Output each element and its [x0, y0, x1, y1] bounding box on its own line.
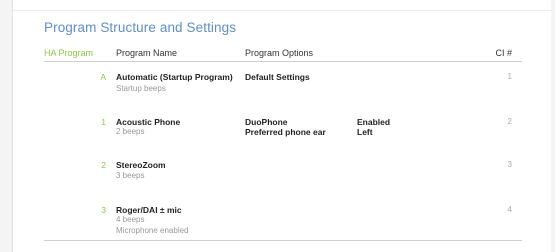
row-ha-program: A: [100, 72, 106, 82]
row-detail: Microphone enabled: [116, 226, 189, 235]
row-option-label: Preferred phone ear: [245, 127, 326, 137]
column-header-program-name: Program Name: [116, 48, 178, 58]
row-option-label: DuoPhone: [245, 117, 288, 127]
row-option-label: Default Settings: [245, 72, 310, 82]
row-ha-program: 3: [101, 205, 106, 215]
row-ci-number: 2: [507, 117, 512, 126]
table-bottom-divider: [44, 240, 522, 241]
row-ha-program: 1: [101, 117, 106, 127]
row-ci-number: 4: [507, 205, 512, 214]
column-header-ci-number: CI #: [495, 48, 512, 58]
row-detail: 3 beeps: [116, 171, 145, 180]
column-header-program-options: Program Options: [245, 48, 314, 58]
row-program-name: Automatic (Startup Program): [116, 72, 233, 82]
row-program-name: StereoZoom: [116, 160, 166, 170]
row-detail: 2 beeps: [116, 127, 145, 136]
row-ci-number: 3: [507, 160, 512, 169]
row-detail: 4 beeps: [116, 215, 145, 224]
section-title: Program Structure and Settings: [44, 20, 237, 35]
row-detail: Startup beeps: [116, 84, 166, 93]
page-edge: [13, 10, 551, 11]
row-ci-number: 1: [507, 72, 512, 81]
row-program-name: Acoustic Phone: [116, 117, 181, 127]
column-header-ha-program: HA Program: [44, 48, 94, 58]
row-option-value: Enabled: [357, 117, 391, 127]
row-ha-program: 2: [101, 160, 106, 170]
header-divider: [44, 61, 522, 62]
row-program-name: Roger/DAI ± mic: [116, 205, 182, 215]
row-option-value: Left: [357, 127, 373, 137]
